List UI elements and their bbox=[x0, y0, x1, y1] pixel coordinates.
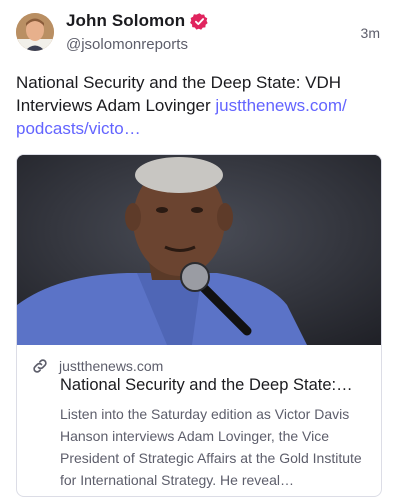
card-image[interactable] bbox=[17, 155, 381, 345]
author-handle[interactable]: @jsolomonreports bbox=[66, 36, 188, 53]
card-domain-row: justthenews.com bbox=[31, 357, 163, 375]
post[interactable]: John Solomon @jsolomonreports 3m Nationa… bbox=[0, 0, 397, 500]
author-display-name[interactable]: John Solomon bbox=[66, 11, 185, 31]
card-description: Listen into the Saturday edition as Vict… bbox=[60, 406, 362, 488]
verified-badge-icon bbox=[190, 12, 209, 31]
post-content: National Security and the Deep State: VD… bbox=[16, 71, 384, 140]
card-domain: justthenews.com bbox=[59, 358, 164, 374]
post-timestamp[interactable]: 3m bbox=[361, 25, 380, 41]
avatar[interactable] bbox=[16, 13, 54, 51]
card-title[interactable]: National Security and the Deep State:… bbox=[60, 376, 372, 395]
link-icon bbox=[31, 357, 49, 375]
author-name-row[interactable]: John Solomon bbox=[66, 11, 209, 31]
link-preview-card[interactable]: justthenews.com National Security and th… bbox=[16, 154, 382, 497]
